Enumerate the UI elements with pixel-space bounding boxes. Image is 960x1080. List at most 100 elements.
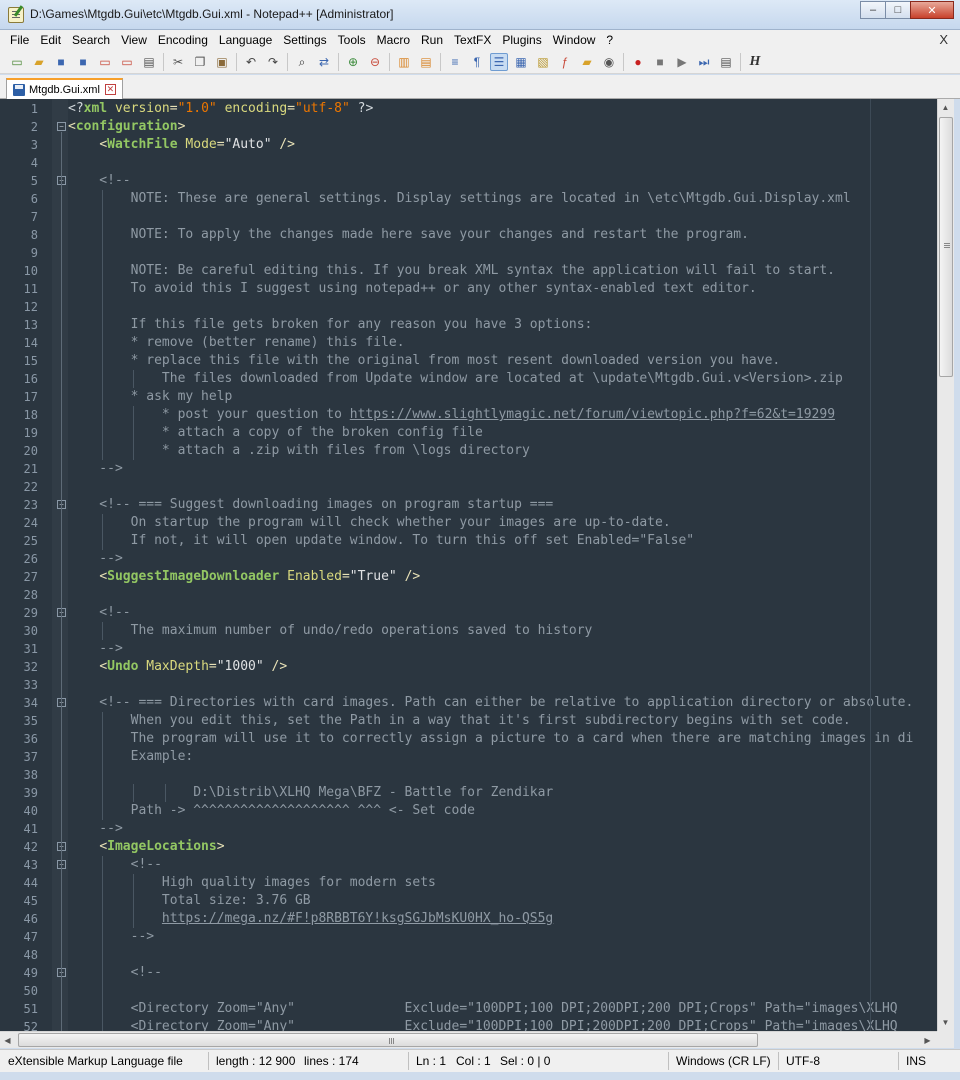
doc-map-icon[interactable]: ▧ [534, 53, 552, 71]
print-icon[interactable]: ▤ [140, 53, 158, 71]
scroll-up-arrow-icon[interactable]: ▲ [938, 99, 953, 116]
find-icon[interactable]: ⌕ [293, 53, 311, 71]
sync-vertical-icon[interactable]: ▥ [395, 53, 413, 71]
vertical-scrollbar[interactable]: ▲ ▼ [937, 99, 954, 1031]
status-encoding[interactable]: UTF-8 [786, 1054, 820, 1068]
scroll-right-arrow-icon[interactable]: ▶ [920, 1032, 935, 1049]
close-document-button[interactable]: X [939, 32, 948, 47]
code-line: * replace this file with the original fr… [68, 353, 781, 368]
horizontal-scrollbar[interactable]: ◀ ▶ [0, 1031, 937, 1048]
cut-icon[interactable]: ✂ [169, 53, 187, 71]
window-controls: – □ ✕ [860, 1, 954, 19]
record-macro-icon[interactable]: ● [629, 53, 647, 71]
close-all-icon[interactable]: ▭ [118, 53, 136, 71]
code-line: <SuggestImageDownloader Enabled="True" /… [99, 569, 421, 584]
line-number: 45 [23, 894, 38, 908]
minimize-button[interactable]: – [860, 1, 886, 19]
undo-icon[interactable]: ↶ [242, 53, 260, 71]
play-macro-icon[interactable]: ▶ [673, 53, 691, 71]
redo-icon[interactable]: ↷ [264, 53, 282, 71]
paste-icon[interactable]: ▣ [213, 53, 231, 71]
udl-icon[interactable]: ▦ [512, 53, 530, 71]
line-number: 50 [23, 984, 38, 998]
menu-plugins[interactable]: Plugins [502, 33, 541, 47]
close-file-icon[interactable]: ▭ [96, 53, 114, 71]
show-all-chars-icon[interactable]: ¶ [468, 53, 486, 71]
menu-textfx[interactable]: TextFX [454, 33, 491, 47]
menu-window[interactable]: Window [553, 33, 596, 47]
line-number: 37 [23, 750, 38, 764]
indent-guide-icon[interactable]: ☰ [490, 52, 508, 71]
zoom-in-icon[interactable]: ⊕ [344, 53, 362, 71]
fold-toggle-icon[interactable]: − [57, 122, 66, 131]
replace-icon[interactable]: ⇄ [315, 53, 333, 71]
horizontal-scroll-thumb[interactable] [18, 1033, 758, 1047]
open-file-icon[interactable]: ▰ [30, 53, 48, 71]
close-window-button[interactable]: ✕ [910, 1, 954, 19]
vertical-scroll-thumb[interactable] [939, 117, 953, 377]
line-number: 40 [23, 804, 38, 818]
status-selection: Sel : 0 | 0 [500, 1054, 551, 1068]
toolbar-separator [389, 52, 390, 71]
zoom-out-icon[interactable]: ⊖ [366, 53, 384, 71]
indent-guide [164, 784, 166, 802]
scroll-down-arrow-icon[interactable]: ▼ [938, 1014, 953, 1031]
status-separator [668, 1052, 669, 1070]
menu-language[interactable]: Language [219, 33, 272, 47]
menu-search[interactable]: Search [72, 33, 110, 47]
status-bar: eXtensible Markup Language file length :… [0, 1049, 960, 1072]
menu-tools[interactable]: Tools [338, 33, 366, 47]
line-number: 52 [23, 1020, 38, 1031]
indent-guide [133, 874, 135, 928]
scroll-left-arrow-icon[interactable]: ◀ [0, 1032, 15, 1049]
code-line: D:\Distrib\XLHQ Mega\BFZ - Battle for Ze… [68, 785, 554, 800]
folder-workspace-icon[interactable]: ▰ [578, 53, 596, 71]
status-eol-format[interactable]: Windows (CR LF) [676, 1054, 771, 1068]
code-editor[interactable]: 1 2 3 4 5 6 7 8 9 10 11 12 13 14 15 16 17 18 19 20 21 22 23 24 2… [0, 99, 937, 1031]
fold-margin[interactable] [52, 99, 68, 1031]
code-line: * ask my help [68, 389, 233, 404]
line-number: 42 [23, 840, 38, 854]
line-number: 21 [23, 462, 38, 476]
tab-mtgdb-gui-xml[interactable]: Mtgdb.Gui.xml ✕ [6, 78, 123, 99]
menu-encoding[interactable]: Encoding [158, 33, 208, 47]
menu-file[interactable]: File [10, 33, 29, 47]
status-insert-mode[interactable]: INS [906, 1054, 926, 1068]
code-line: Example: [68, 749, 194, 764]
sync-horizontal-icon[interactable]: ▤ [417, 53, 435, 71]
menu-macro[interactable]: Macro [377, 33, 410, 47]
line-number: 2 [30, 120, 38, 134]
menu-edit[interactable]: Edit [40, 33, 61, 47]
function-list-icon[interactable]: ƒ [556, 53, 574, 71]
save-macro-icon[interactable]: ▤ [717, 53, 735, 71]
run-macro-multiple-icon[interactable]: ⏭ [695, 53, 713, 71]
new-file-icon[interactable]: ▭ [8, 53, 26, 71]
code-line: On startup the program will check whethe… [68, 515, 671, 530]
copy-icon[interactable]: ❐ [191, 53, 209, 71]
line-number: 47 [23, 930, 38, 944]
maximize-button[interactable]: □ [885, 1, 911, 19]
stop-record-icon[interactable]: ■ [651, 53, 669, 71]
tab-close-icon[interactable]: ✕ [104, 84, 116, 95]
code-line: <ImageLocations> [99, 839, 225, 854]
word-wrap-icon[interactable]: ≡ [446, 53, 464, 71]
line-number: 29 [23, 606, 38, 620]
line-number: 15 [23, 354, 38, 368]
menu-settings[interactable]: Settings [283, 33, 326, 47]
monitoring-icon[interactable]: ◉ [600, 53, 618, 71]
line-number: 43 [23, 858, 38, 872]
save-all-icon[interactable]: ■ [74, 53, 92, 71]
indent-guide [133, 784, 135, 802]
menu-help[interactable]: ? [606, 33, 613, 47]
code-text-area[interactable]: <?xml version="1.0" encoding="utf-8" ?> <… [68, 99, 937, 1031]
save-icon[interactable]: ■ [52, 53, 70, 71]
menu-run[interactable]: Run [421, 33, 443, 47]
html-tag-icon[interactable]: H [746, 53, 764, 71]
fold-tree-line [61, 132, 62, 1031]
toolbar: ▭ ▰ ■ ■ ▭ ▭ ▤ ✂ ❐ ▣ ↶ ↷ ⌕ ⇄ ⊕ ⊖ ▥ ▤ ≡ ¶ ☰ ▦ ▧ ƒ ▰ ◉ ● ■ ▶ ⏭ ▤ H [0, 50, 960, 74]
title-bar[interactable]: D:\Games\Mtgdb.Gui\etc\Mtgdb.Gui.xml - N… [0, 0, 960, 30]
menu-view[interactable]: View [121, 33, 147, 47]
notepad-plus-plus-app-icon[interactable] [8, 7, 24, 23]
